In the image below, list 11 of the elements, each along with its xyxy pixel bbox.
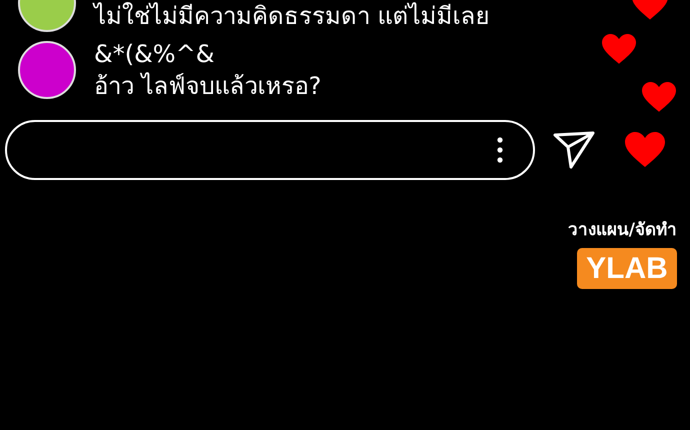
- heart-icon: [602, 34, 636, 65]
- send-icon[interactable]: [553, 131, 595, 169]
- ylab-logo: YLAB: [577, 248, 677, 289]
- commenter-name: &*(&%^&: [94, 39, 216, 70]
- heart-icon: [642, 82, 676, 113]
- comment-field[interactable]: [5, 120, 535, 180]
- more-icon[interactable]: [497, 137, 503, 163]
- heart-icon[interactable]: [625, 132, 665, 168]
- comment-text: ไม่ใช่ไม่มีความคิดธรรมดา แต่ไม่มีเลย: [94, 1, 490, 32]
- comment-text: อ้าว ไลฟ์จบแล้วเหรอ?: [94, 71, 322, 102]
- credit-label: วางแผน/จัดทำ: [568, 219, 677, 242]
